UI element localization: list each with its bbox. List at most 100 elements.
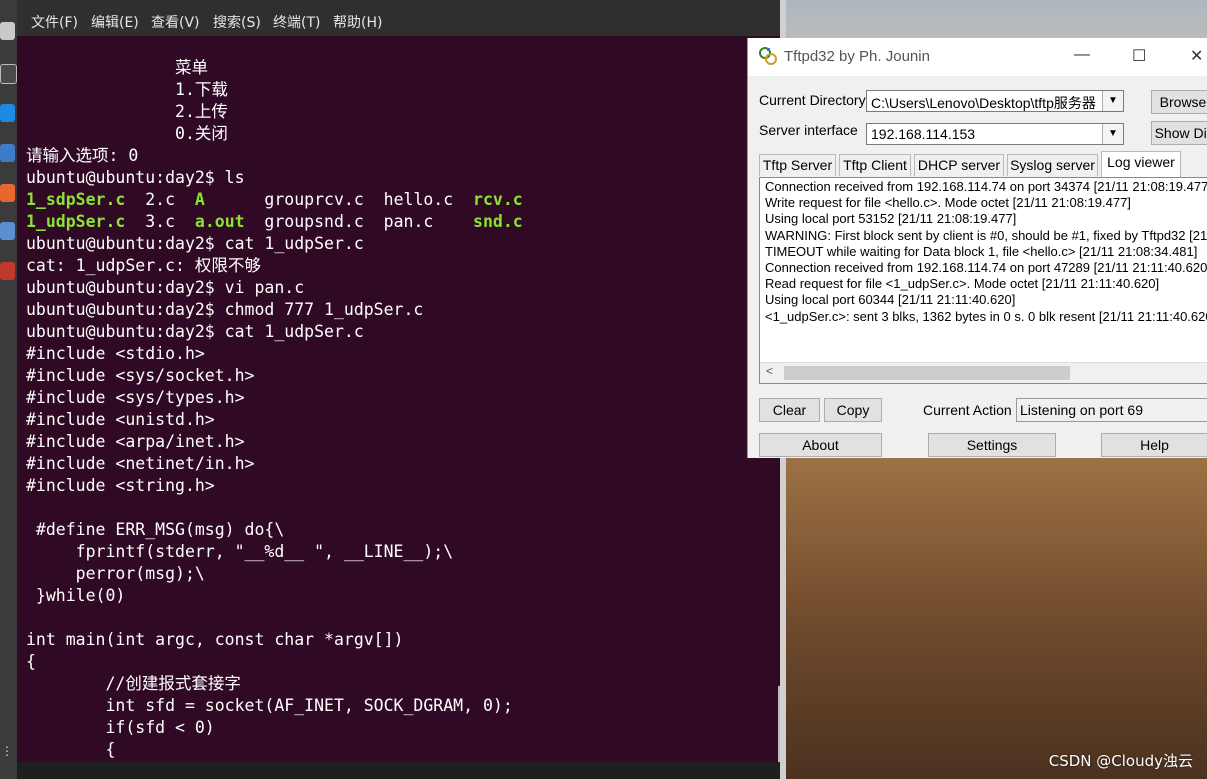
terminal-line: cat: 1_udpSer.c: 权限不够 (26, 255, 776, 277)
title-bar[interactable]: Tftpd32 by Ph. Jounin — ☐ ✕ (748, 38, 1207, 76)
terminal-text: if(sfd < 0) (26, 718, 215, 737)
copy-button[interactable]: Copy (824, 398, 882, 422)
terminal-text: ubuntu@ubuntu:day2$ cat 1_udpSer.c (26, 322, 364, 341)
menu-edit[interactable]: 编辑(E) (91, 12, 139, 32)
tab-syslog-server[interactable]: Syslog server (1007, 154, 1098, 176)
about-button[interactable]: About (759, 433, 882, 457)
minimize-icon[interactable]: — (1074, 46, 1090, 64)
log-viewer-list[interactable]: Connection received from 192.168.114.74 … (759, 177, 1207, 384)
settings-button[interactable]: Settings (928, 433, 1056, 457)
clear-button[interactable]: Clear (759, 398, 820, 422)
terminal-text: ubuntu@ubuntu:day2$ chmod 777 1_udpSer.c (26, 300, 424, 319)
terminal-line: 请输入选项: 0 (26, 145, 776, 167)
terminal-line: #include <netinet/in.h> (26, 453, 776, 475)
log-entry: Using local port 60344 [21/11 21:11:40.6… (765, 292, 1016, 308)
help-button[interactable]: Help (1101, 433, 1207, 457)
menu-search[interactable]: 搜索(S) (213, 12, 261, 32)
log-entry: <1_udpSer.c>: sent 3 blks, 1362 bytes in… (765, 308, 1207, 324)
log-entry: Read request for file <1_udpSer.c>. Mode… (765, 276, 1160, 292)
menu-help[interactable]: 帮助(H) (333, 12, 382, 32)
log-entry: Connection received from 192.168.114.74 … (765, 179, 1207, 194)
server-interface-label: Server interface (759, 122, 858, 138)
terminal-menubar: 文件(F) 编辑(E) 查看(V) 搜索(S) 终端(T) 帮助(H) (17, 0, 780, 36)
terminal-text: 3.c (125, 212, 195, 231)
terminal-line: 菜单 (26, 57, 776, 79)
terminal-text: 1.下载 (26, 80, 228, 99)
terminal-text: 菜单 (26, 58, 209, 77)
current-action-field: Listening on port 69 (1016, 398, 1207, 422)
terminal-text: ubuntu@ubuntu:day2$ cat 1_udpSer.c (26, 234, 364, 253)
files-icon[interactable] (0, 22, 15, 40)
log-entry: WARNING: First block sent by client is #… (765, 227, 1207, 243)
executable-filename: 1_sdpSer.c (26, 190, 126, 209)
window-title: Tftpd32 by Ph. Jounin (784, 48, 930, 65)
terminal-text: #include <arpa/inet.h> (26, 432, 245, 451)
show-dir-button[interactable]: Show Dir (1151, 121, 1207, 145)
log-lines: Connection received from 192.168.114.74 … (765, 179, 1207, 325)
terminal-window[interactable]: 文件(F) 编辑(E) 查看(V) 搜索(S) 终端(T) 帮助(H) 菜单 1… (17, 0, 781, 779)
menu-terminal[interactable]: 终端(T) (273, 12, 320, 32)
app-icon[interactable] (0, 262, 15, 280)
chevron-down-icon[interactable]: ▼ (1102, 124, 1123, 144)
log-entry: Connection received from 192.168.114.74 … (765, 260, 1207, 276)
browse-button[interactable]: Browse (1151, 90, 1207, 114)
software-center-icon[interactable] (0, 184, 15, 202)
terminal-output[interactable]: 菜单 1.下载 2.上传 0.关闭 请输入选项: 0 ubuntu@ubuntu:d… (26, 57, 776, 761)
terminal-text: #include <stdio.h> (26, 344, 205, 363)
terminal-line: 1_udpSer.c 3.c a.out groupsnd.c pan.c sn… (26, 211, 776, 233)
menu-view[interactable]: 查看(V) (151, 12, 200, 32)
terminal-bottom-edge (17, 762, 780, 779)
text-editor-icon[interactable] (0, 144, 15, 162)
tab-log-viewer[interactable]: Log viewer (1101, 151, 1181, 177)
terminal-text: 2.上传 (26, 102, 228, 121)
log-entry: Using local port 53152 [21/11 21:08:19.4… (765, 211, 1017, 227)
tab-dhcp-server[interactable]: DHCP server (914, 154, 1004, 176)
close-icon[interactable]: ✕ (1190, 46, 1203, 66)
terminal-line: #include <arpa/inet.h> (26, 431, 776, 453)
launcher-dock: ⋮⋮ (0, 0, 25, 779)
terminal-text: #include <string.h> (26, 476, 215, 495)
terminal-line: 1.下载 (26, 79, 776, 101)
vscode-icon[interactable] (0, 104, 15, 122)
maximize-icon[interactable]: ☐ (1132, 46, 1146, 66)
watermark: CSDN @Cloudy浊云 (1048, 752, 1193, 770)
chevron-down-icon[interactable]: ▼ (1102, 91, 1123, 111)
tab-tftp-server[interactable]: Tftp Server (759, 154, 836, 176)
terminal-text: #define ERR_MSG(msg) do{\ (26, 520, 285, 539)
scrollbar-thumb[interactable] (784, 366, 1070, 380)
settings-icon[interactable] (0, 222, 15, 240)
terminal-text: ubuntu@ubuntu:day2$ ls (26, 168, 245, 187)
server-interface-value: 192.168.114.153 (871, 126, 976, 142)
current-action-value: Listening on port 69 (1020, 402, 1143, 418)
terminal-line: 2.上传 (26, 101, 776, 123)
log-entry: TIMEOUT while waiting for Data block 1, … (765, 243, 1198, 259)
executable-filename: 1_udpSer.c (26, 212, 126, 231)
tab-tftp-client[interactable]: Tftp Client (839, 154, 911, 176)
terminal-text: { (26, 652, 36, 671)
terminal-line: perror(msg);\ (26, 563, 776, 585)
executable-filename: rcv.c (473, 190, 523, 209)
terminal-text: perror(msg);\ (26, 564, 205, 583)
tftpd32-window[interactable]: Tftpd32 by Ph. Jounin — ☐ ✕ Current Dire… (747, 38, 1207, 458)
terminal-line: fprintf(stderr, "__%d__ ", __LINE__);\ (26, 541, 776, 563)
show-apps-icon[interactable]: ⋮⋮ (1, 745, 25, 766)
log-horizontal-scrollbar[interactable]: < (760, 362, 1207, 383)
terminal-line: int main(int argc, const char *argv[]) (26, 629, 776, 651)
terminal-text: #include <unistd.h> (26, 410, 215, 429)
terminal-text: grouprcv.c hello.c (204, 190, 474, 209)
terminal-line: #include <stdio.h> (26, 343, 776, 365)
terminal-line: ubuntu@ubuntu:day2$ chmod 777 1_udpSer.c (26, 299, 776, 321)
menu-file[interactable]: 文件(F) (31, 12, 78, 32)
terminal-text: int main(int argc, const char *argv[]) (26, 630, 404, 649)
current-directory-select[interactable]: C:\Users\Lenovo\Desktop\tftp服务器 ▼ (866, 90, 1124, 112)
terminal-line: #include <sys/socket.h> (26, 365, 776, 387)
terminal-icon[interactable] (0, 64, 17, 84)
terminal-text: int sfd = socket(AF_INET, SOCK_DGRAM, 0)… (26, 696, 513, 715)
terminal-line: 0.关闭 (26, 123, 776, 145)
scroll-left-icon[interactable]: < (766, 364, 773, 378)
server-interface-select[interactable]: 192.168.114.153 ▼ (866, 123, 1124, 145)
terminal-text: }while(0) (26, 586, 126, 605)
terminal-line: ubuntu@ubuntu:day2$ cat 1_udpSer.c (26, 321, 776, 343)
